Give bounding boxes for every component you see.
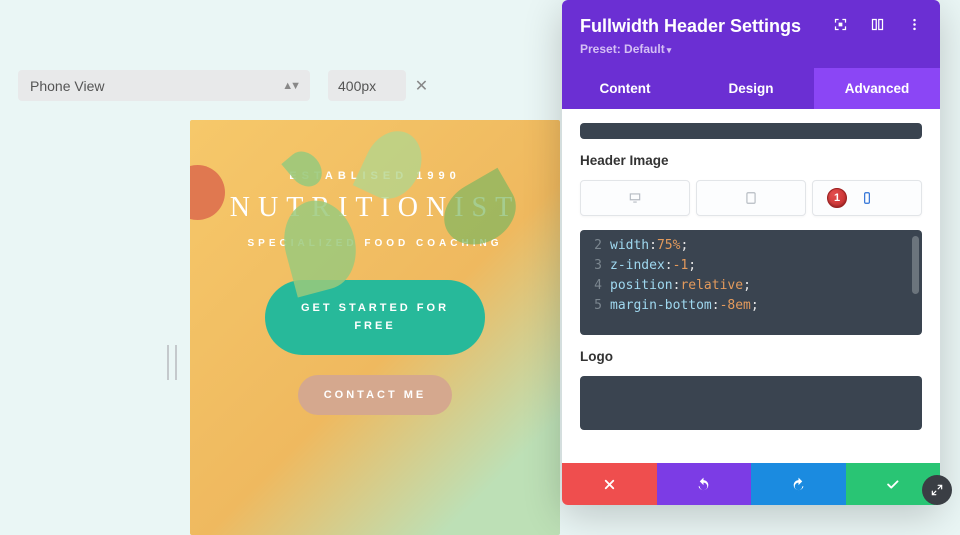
code-box-collapsed[interactable] <box>580 123 922 139</box>
panel-header: Fullwidth Header Settings Preset: Defaul… <box>562 0 940 109</box>
panel-footer <box>562 463 940 505</box>
phone-icon <box>860 191 874 205</box>
panel-title: Fullwidth Header Settings <box>580 16 801 37</box>
close-icon: ✕ <box>415 76 428 96</box>
preset-selector[interactable]: Preset: Default <box>580 42 922 56</box>
leaf-graphic <box>281 145 328 193</box>
width-input[interactable]: 400px <box>328 70 406 101</box>
tab-design[interactable]: Design <box>688 68 814 109</box>
mobile-preview: ESTABLISED 1990 NUTRITIONIST SPECIALIZED… <box>190 120 560 535</box>
logo-section-label: Logo <box>580 349 922 364</box>
panel-tabs: Content Design Advanced <box>562 68 940 109</box>
focus-icon[interactable] <box>833 17 848 37</box>
desktop-device-button[interactable] <box>580 180 690 216</box>
expand-icon <box>930 483 944 497</box>
preview-tagline: SPECIALIZED FOOD COACHING <box>190 236 560 252</box>
desktop-icon <box>628 191 642 205</box>
preview-toolbar: Phone View ▲▼ 400px ✕ <box>18 70 437 101</box>
tab-advanced[interactable]: Advanced <box>814 68 940 109</box>
header-image-section-label: Header Image <box>580 153 922 168</box>
settings-panel: Fullwidth Header Settings Preset: Defaul… <box>562 0 940 505</box>
close-icon <box>602 477 617 492</box>
tab-content[interactable]: Content <box>562 68 688 109</box>
cancel-button[interactable] <box>562 463 657 505</box>
expand-fab[interactable] <box>922 475 952 505</box>
kebab-icon[interactable] <box>907 17 922 37</box>
step-marker-1: 1 <box>827 188 847 208</box>
panel-body: Header Image 1 2width:75%; 3z-index:-1; … <box>562 109 940 463</box>
check-icon <box>885 477 900 492</box>
tablet-icon <box>744 191 758 205</box>
view-mode-label: Phone View <box>30 78 104 94</box>
tablet-device-button[interactable] <box>696 180 806 216</box>
undo-button[interactable] <box>657 463 752 505</box>
preview-frame: ESTABLISED 1990 NUTRITIONIST SPECIALIZED… <box>190 120 560 535</box>
redo-icon <box>791 477 806 492</box>
code-scrollbar[interactable] <box>912 236 919 294</box>
columns-icon[interactable] <box>870 17 885 37</box>
css-code-editor[interactable]: 2width:75%; 3z-index:-1; 4position:relat… <box>580 230 922 335</box>
view-mode-select[interactable]: Phone View ▲▼ <box>18 70 310 101</box>
logo-code-editor[interactable] <box>580 376 922 430</box>
contact-button[interactable]: CONTACT ME <box>298 375 453 415</box>
phone-device-button[interactable]: 1 <box>812 180 922 216</box>
clear-width-button[interactable]: ✕ <box>406 70 437 101</box>
select-chevron-icon: ▲▼ <box>282 80 298 92</box>
resize-grip[interactable] <box>165 345 179 380</box>
undo-icon <box>696 477 711 492</box>
device-toggle: 1 <box>580 180 922 216</box>
redo-button[interactable] <box>751 463 846 505</box>
